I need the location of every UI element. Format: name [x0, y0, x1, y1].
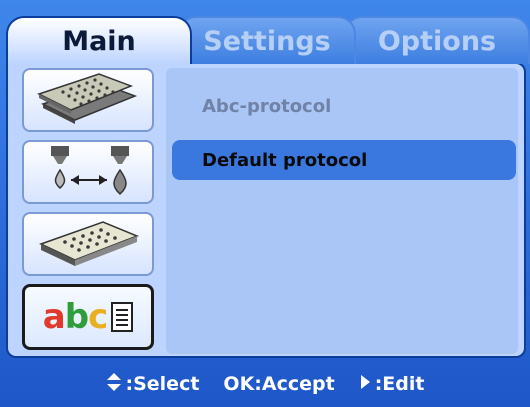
select-hint-label: :Select — [125, 372, 200, 395]
single-plate-icon — [33, 214, 143, 274]
up-down-icon — [106, 372, 122, 396]
list-item[interactable]: Default protocol — [172, 140, 516, 180]
protocol-name-icon: abc — [43, 297, 134, 337]
list-item[interactable]: Abc-protocol — [166, 86, 518, 126]
right-arrow-icon — [359, 374, 371, 394]
protocol-list: Abc-protocol Default protocol — [166, 68, 518, 354]
tab-options[interactable]: Options — [344, 16, 530, 64]
sidebar-item-plates[interactable] — [22, 68, 154, 132]
sidebar: abc — [14, 68, 156, 354]
sidebar-item-protocol-name[interactable]: abc — [22, 284, 154, 350]
main-panel: abc Abc-protocol Default protocol — [6, 62, 526, 358]
liquid-transfer-icon — [33, 142, 143, 202]
select-hint: :Select — [106, 372, 200, 396]
tab-bar: Main Settings Options — [0, 0, 530, 64]
sidebar-item-transfer[interactable] — [22, 140, 154, 204]
window-frame: Main Settings Options abc Abc-protocol D… — [0, 0, 530, 407]
accept-hint: OK:Accept — [223, 373, 334, 395]
edit-hint-label: :Edit — [374, 372, 425, 395]
sidebar-item-plate[interactable] — [22, 212, 154, 276]
edit-hint: :Edit — [359, 372, 425, 395]
accept-hint-label: OK:Accept — [223, 372, 335, 395]
footer-hints: :Select OK:Accept :Edit — [0, 360, 530, 407]
plate-stack-icon — [33, 70, 143, 130]
tab-main[interactable]: Main — [6, 16, 192, 64]
tab-settings[interactable]: Settings — [178, 16, 356, 64]
